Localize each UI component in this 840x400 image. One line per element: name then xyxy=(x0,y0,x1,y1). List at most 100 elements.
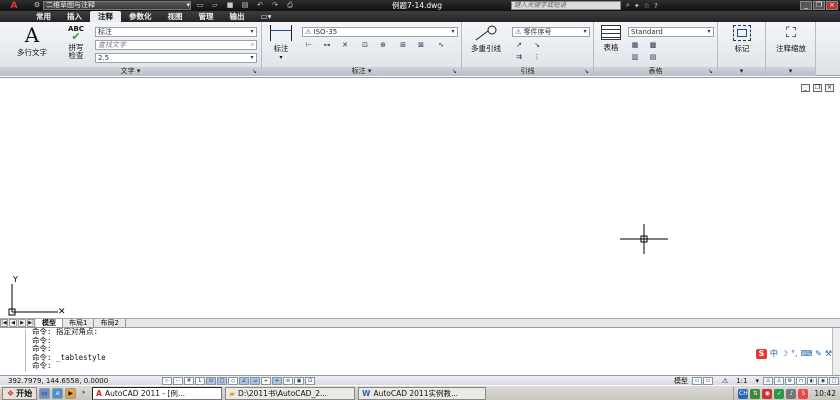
workspace-dropdown[interactable]: 二维草图与注释 ▾ xyxy=(43,1,191,10)
3d-object-snap-icon[interactable]: ◇ xyxy=(228,376,238,385)
add-leader-icon[interactable]: ↗ xyxy=(512,40,526,50)
hardware-acceleration-icon[interactable]: ◐ xyxy=(807,376,817,385)
tab-insert[interactable]: 插入 xyxy=(59,11,90,22)
application-menu-button[interactable]: A xyxy=(0,0,28,11)
multiplier-icon[interactable]: ✕ xyxy=(338,40,352,50)
infer-constraints-icon[interactable]: ⊹ xyxy=(162,376,172,385)
auto-scale-icon[interactable]: ⚠ xyxy=(774,376,784,385)
plot-icon[interactable]: ⎙ xyxy=(284,1,296,10)
find-text-input[interactable]: 查找文字 ⌕ xyxy=(95,40,257,50)
ime-chinese-mode[interactable]: 中 xyxy=(770,348,778,359)
tab-output[interactable]: 输出 xyxy=(222,11,253,22)
taskbar-item-autocad[interactable]: A AutoCAD 2011 - [例... xyxy=(92,386,223,400)
viewport-close-icon[interactable]: × xyxy=(825,84,834,92)
dimension-style-dropdown[interactable]: ⚠ ISO-35 ▾ xyxy=(302,27,458,37)
network-icon[interactable]: ⇅ xyxy=(750,388,761,399)
workspace-gear-icon[interactable]: ⚙ xyxy=(31,1,43,10)
leader-style-dropdown[interactable]: ⚠ 零件序号 ▾ xyxy=(512,27,590,37)
center-mark-icon[interactable]: ⊕ xyxy=(376,40,390,50)
first-tab-icon[interactable]: |◀ xyxy=(0,319,8,327)
ribbon-options-icon[interactable]: ▭▾ xyxy=(253,11,280,22)
ortho-mode-icon[interactable]: L xyxy=(195,376,205,385)
tools-icon[interactable]: ⚒ xyxy=(825,349,832,358)
dimension-update-icon[interactable]: ∿ xyxy=(434,40,448,50)
annotation-scaling-panel-footer[interactable]: ▾ xyxy=(766,67,815,76)
communication-icon[interactable]: ☆ xyxy=(644,2,650,10)
minimize-button[interactable]: _ xyxy=(800,1,812,10)
restore-button[interactable]: ❐ xyxy=(813,1,825,10)
multileader-button[interactable]: 多重引线 xyxy=(464,25,508,54)
drawing-area[interactable]: _ ❐ × Y ✕ xyxy=(0,77,840,318)
markup-panel-footer[interactable]: ▾ xyxy=(718,67,765,76)
dimension-panel-footer[interactable]: 标注 ▾ ↘ xyxy=(262,67,461,76)
close-button[interactable]: × xyxy=(826,1,838,10)
upload-to-source-icon[interactable]: ▤ xyxy=(646,52,660,62)
multiline-text-button[interactable]: A 多行文字 xyxy=(8,25,56,58)
isolate-objects-icon[interactable]: ◉ xyxy=(818,376,828,385)
leader-panel-footer[interactable]: 引线 ↘ xyxy=(462,67,593,76)
redo-icon[interactable]: ↷ xyxy=(269,1,281,10)
grid-display-icon[interactable]: # xyxy=(184,376,194,385)
punctuation-icon[interactable]: °, xyxy=(791,349,798,358)
dynamic-input-icon[interactable]: + xyxy=(261,376,271,385)
new-file-icon[interactable]: ▭ xyxy=(194,1,206,10)
quick-properties-icon[interactable]: ▣ xyxy=(294,376,304,385)
open-file-icon[interactable]: ▱ xyxy=(209,1,221,10)
dimension-button[interactable]: 标注 ▾ xyxy=(266,25,296,61)
dimension-space-icon[interactable]: ⊢ xyxy=(302,40,316,50)
viewport-minimize-icon[interactable]: _ xyxy=(801,84,810,92)
ie-icon[interactable]: e xyxy=(52,387,64,399)
table-panel-footer[interactable]: 表格 ↘ xyxy=(594,67,717,76)
jogged-linear-icon[interactable]: ⊠ xyxy=(414,40,428,50)
dialog-launcher-icon[interactable]: ↘ xyxy=(584,67,589,76)
table-button[interactable]: 表格 xyxy=(596,25,626,53)
sogou-tray-icon[interactable]: S xyxy=(798,388,809,399)
save-icon[interactable]: ■ xyxy=(224,1,236,10)
command-scrollbar[interactable] xyxy=(832,328,840,376)
binoculars-icon[interactable]: ⌕ xyxy=(626,1,630,10)
viewport-restore-icon[interactable]: ❐ xyxy=(813,84,822,92)
link-data-icon[interactable]: ▩ xyxy=(646,40,660,50)
tab-annotate[interactable]: 注释 xyxy=(90,11,121,22)
moon-icon[interactable]: ☽ xyxy=(781,349,788,358)
volume-icon[interactable]: ♪ xyxy=(786,388,797,399)
align-leader-icon[interactable]: ⇉ xyxy=(512,52,526,62)
download-from-source-icon[interactable]: ▥ xyxy=(628,52,642,62)
dialog-launcher-icon[interactable]: ↘ xyxy=(708,67,713,76)
workspace-switching-icon[interactable]: ⚙ xyxy=(785,376,795,385)
collect-leader-icon[interactable]: ⋮ xyxy=(530,52,544,62)
help-search-input[interactable]: 键入关键字或短语 xyxy=(511,1,621,10)
language-bar-icon[interactable]: CH xyxy=(738,388,749,399)
text-style-dropdown[interactable]: 标注 ▾ xyxy=(95,27,257,37)
coordinate-readout[interactable]: 392.7979, 144.6558, 0.0000 xyxy=(0,377,162,385)
sogou-icon[interactable]: S xyxy=(755,348,767,359)
model-space-button[interactable]: 模型 xyxy=(670,376,692,386)
tolerance-icon[interactable]: ⊡ xyxy=(358,40,372,50)
lineweight-icon[interactable]: + xyxy=(272,376,282,385)
dialog-launcher-icon[interactable]: ↘ xyxy=(252,67,257,76)
taskbar-item-folder[interactable]: ▰ D:\2011书\AutoCAD_2... xyxy=(225,386,356,400)
command-input-line[interactable]: 命令: xyxy=(0,361,840,371)
clock[interactable]: 10:42 xyxy=(814,389,836,398)
tab-manage[interactable]: 管理 xyxy=(191,11,222,22)
media-player-icon[interactable]: ▶ xyxy=(65,387,77,399)
last-tab-icon[interactable]: ▶| xyxy=(27,319,35,327)
extract-data-icon[interactable]: ▦ xyxy=(628,40,642,50)
snap-mode-icon[interactable]: ⋯ xyxy=(173,376,183,385)
show-desktop-icon[interactable]: ▭ xyxy=(39,387,51,399)
quick-view-layouts-icon[interactable]: ▭ xyxy=(691,376,702,385)
quicklaunch-more-icon[interactable]: » xyxy=(78,388,89,399)
undo-icon[interactable]: ↶ xyxy=(254,1,266,10)
tab-parametric[interactable]: 参数化 xyxy=(121,11,160,22)
antivirus-icon[interactable]: ✓ xyxy=(774,388,785,399)
command-window-grip[interactable] xyxy=(12,330,26,372)
dynamic-ucs-icon[interactable]: ⊿ xyxy=(250,376,260,385)
start-button[interactable]: ❖ 开始 xyxy=(2,386,38,400)
selection-cycling-icon[interactable]: ⊡ xyxy=(305,376,315,385)
markup-button[interactable]: 标记 xyxy=(720,25,764,54)
object-snap-icon[interactable]: □ xyxy=(217,376,227,385)
chevron-down-icon[interactable]: ▾ xyxy=(751,377,763,385)
tab-view[interactable]: 视图 xyxy=(160,11,191,22)
taskbar-item-word[interactable]: W AutoCAD 2011实例教... xyxy=(358,386,487,400)
tab-home[interactable]: 常用 xyxy=(28,11,59,22)
